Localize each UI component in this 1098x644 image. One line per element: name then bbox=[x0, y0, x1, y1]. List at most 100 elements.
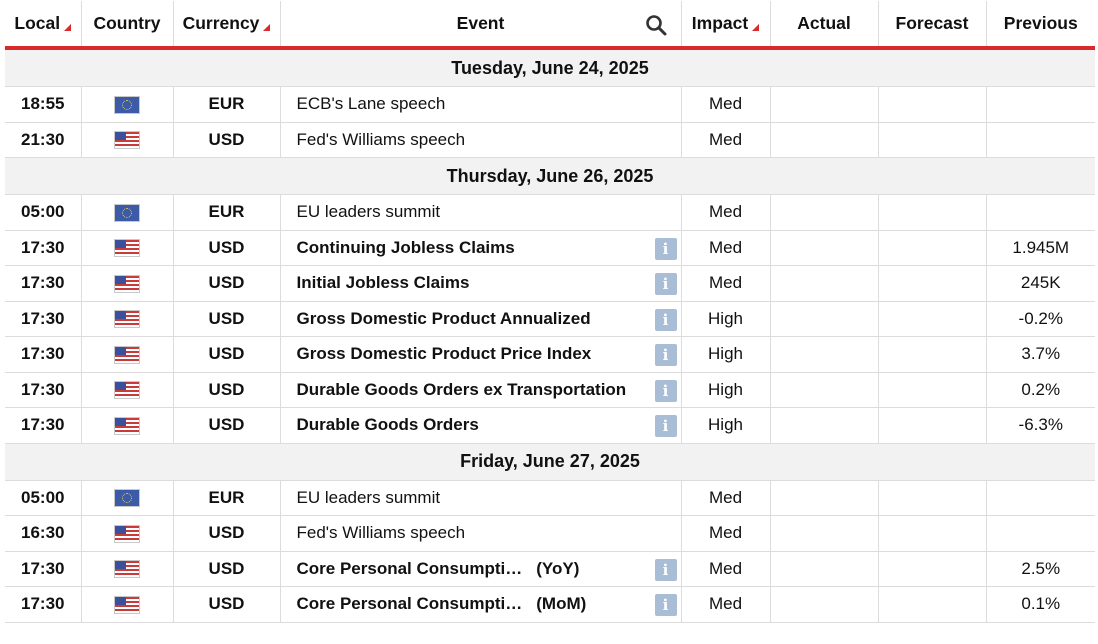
date-label: Thursday, June 26, 2025 bbox=[5, 157, 1095, 195]
event-currency: EUR bbox=[172, 194, 280, 231]
info-icon[interactable]: i bbox=[654, 558, 677, 581]
event-cell[interactable]: Core Personal Consumpti… (MoM) i bbox=[279, 586, 681, 623]
event-currency: EUR bbox=[172, 86, 280, 123]
info-icon[interactable]: i bbox=[654, 594, 677, 616]
event-cell[interactable]: Continuing Jobless Claims i bbox=[279, 230, 681, 266]
col-actual-header: Actual bbox=[769, 1, 878, 50]
event-name[interactable]: Fed's Williams speech bbox=[297, 130, 466, 149]
event-forecast bbox=[877, 551, 986, 587]
event-row[interactable]: 17:30 USD Initial Jobless Claims i Med 245K bbox=[5, 265, 1095, 302]
event-name[interactable]: Gross Domestic Product Annualized bbox=[297, 309, 591, 328]
event-actual bbox=[769, 407, 878, 444]
eu-flag-icon bbox=[115, 490, 139, 507]
event-row[interactable]: 17:30 USD Durable Goods Orders i High -6.3% bbox=[5, 407, 1095, 444]
event-name[interactable]: EU leaders summit bbox=[297, 202, 441, 221]
event-row[interactable]: 05:00 EUR EU leaders summit Med bbox=[5, 194, 1095, 231]
event-name[interactable]: Gross Domestic Product Price Index bbox=[297, 344, 592, 363]
col-currency-header[interactable]: Currency bbox=[172, 1, 280, 50]
col-local-label: Local bbox=[14, 13, 61, 33]
search-icon[interactable] bbox=[645, 14, 667, 36]
event-name[interactable]: Core Personal Consumpti… bbox=[297, 559, 523, 578]
event-row[interactable]: 17:30 USD Core Personal Consumpti… (YoY) i Me… bbox=[5, 551, 1095, 587]
event-time: 17:30 bbox=[5, 336, 81, 373]
event-name[interactable]: Core Personal Consumpti… bbox=[297, 594, 523, 613]
event-cell[interactable]: Core Personal Consumpti… (YoY) i bbox=[279, 551, 681, 587]
event-impact: High bbox=[680, 372, 770, 408]
event-cell[interactable]: EU leaders summit bbox=[279, 480, 681, 516]
event-row[interactable]: 18:55 EUR ECB's Lane speech Med bbox=[5, 86, 1095, 123]
event-name[interactable]: Durable Goods Orders bbox=[297, 415, 479, 434]
event-name[interactable]: ECB's Lane speech bbox=[297, 94, 446, 113]
event-previous: 0.2% bbox=[985, 372, 1095, 408]
event-row[interactable]: 17:30 USD Gross Domestic Product Annualize… bbox=[5, 301, 1095, 337]
event-country bbox=[80, 301, 173, 337]
us-flag-icon bbox=[115, 311, 139, 328]
col-local-header[interactable]: Local bbox=[5, 1, 81, 50]
event-name[interactable]: Fed's Williams speech bbox=[297, 523, 466, 542]
event-impact: High bbox=[680, 336, 770, 373]
event-previous bbox=[985, 480, 1095, 516]
event-country bbox=[80, 230, 173, 266]
event-actual bbox=[769, 265, 878, 302]
sort-arrow-icon bbox=[752, 24, 760, 31]
event-cell[interactable]: Fed's Williams speech bbox=[279, 515, 681, 552]
event-row[interactable]: 17:30 USD Core Personal Consumpti… (MoM) i Me… bbox=[5, 586, 1095, 623]
event-cell[interactable]: Durable Goods Orders ex Transportation i bbox=[279, 372, 681, 408]
event-period: (MoM) bbox=[536, 594, 587, 614]
event-time: 17:30 bbox=[5, 230, 81, 266]
event-row[interactable]: 05:00 EUR EU leaders summit Med bbox=[5, 480, 1095, 516]
event-time: 17:30 bbox=[5, 301, 81, 337]
event-impact: High bbox=[680, 301, 770, 337]
sort-arrow-icon bbox=[64, 24, 72, 31]
info-icon[interactable]: i bbox=[654, 237, 677, 260]
sort-arrow-icon bbox=[263, 24, 271, 31]
event-name[interactable]: Initial Jobless Claims bbox=[297, 273, 470, 292]
event-cell[interactable]: Fed's Williams speech bbox=[279, 122, 681, 158]
event-cell[interactable]: Durable Goods Orders i bbox=[279, 407, 681, 444]
event-row[interactable]: 17:30 USD Continuing Jobless Claims i Med 1.9… bbox=[5, 230, 1095, 266]
event-previous bbox=[985, 515, 1095, 552]
event-cell[interactable]: Gross Domestic Product Annualized i bbox=[279, 301, 681, 337]
event-name[interactable]: Continuing Jobless Claims bbox=[297, 238, 515, 257]
event-impact: Med bbox=[680, 86, 770, 123]
event-time: 05:00 bbox=[5, 194, 81, 231]
event-impact: Med bbox=[680, 194, 770, 231]
info-icon[interactable]: i bbox=[654, 273, 677, 295]
event-actual bbox=[769, 480, 878, 516]
info-icon[interactable]: i bbox=[654, 308, 677, 331]
event-cell[interactable]: ECB's Lane speech bbox=[279, 86, 681, 123]
col-impact-header[interactable]: Impact bbox=[680, 1, 770, 50]
info-icon[interactable]: i bbox=[654, 415, 677, 437]
event-cell[interactable]: Gross Domestic Product Price Index i bbox=[279, 336, 681, 373]
event-name[interactable]: Durable Goods Orders ex Transportation bbox=[297, 380, 627, 399]
event-actual bbox=[769, 122, 878, 158]
event-row[interactable]: 21:30 USD Fed's Williams speech Med bbox=[5, 122, 1095, 158]
event-country bbox=[80, 372, 173, 408]
event-row[interactable]: 16:30 USD Fed's Williams speech Med bbox=[5, 515, 1095, 552]
col-previous-header: Previous bbox=[985, 1, 1095, 50]
event-actual bbox=[769, 551, 878, 587]
event-row[interactable]: 17:30 USD Gross Domestic Product Price Ind… bbox=[5, 336, 1095, 373]
col-actual-label: Actual bbox=[797, 13, 851, 33]
col-previous-label: Previous bbox=[1003, 13, 1078, 33]
event-country bbox=[80, 515, 173, 552]
col-country-label: Country bbox=[93, 13, 161, 33]
event-forecast bbox=[877, 480, 986, 516]
col-event-label: Event bbox=[456, 13, 505, 33]
event-previous: 1.945M bbox=[985, 230, 1095, 266]
event-time: 21:30 bbox=[5, 122, 81, 158]
event-forecast bbox=[877, 194, 986, 231]
event-forecast bbox=[877, 301, 986, 337]
event-name[interactable]: EU leaders summit bbox=[297, 488, 441, 507]
info-icon[interactable]: i bbox=[654, 344, 677, 366]
event-time: 17:30 bbox=[5, 372, 81, 408]
event-row[interactable]: 17:30 USD Durable Goods Orders ex Transpor… bbox=[5, 372, 1095, 408]
info-icon[interactable]: i bbox=[654, 379, 677, 402]
event-impact: Med bbox=[680, 551, 770, 587]
event-currency: USD bbox=[172, 515, 280, 552]
event-cell[interactable]: EU leaders summit bbox=[279, 194, 681, 231]
event-cell[interactable]: Initial Jobless Claims i bbox=[279, 265, 681, 302]
event-time: 05:00 bbox=[5, 480, 81, 516]
date-row: Friday, June 27, 2025 bbox=[5, 442, 1095, 481]
event-impact: High bbox=[680, 407, 770, 444]
